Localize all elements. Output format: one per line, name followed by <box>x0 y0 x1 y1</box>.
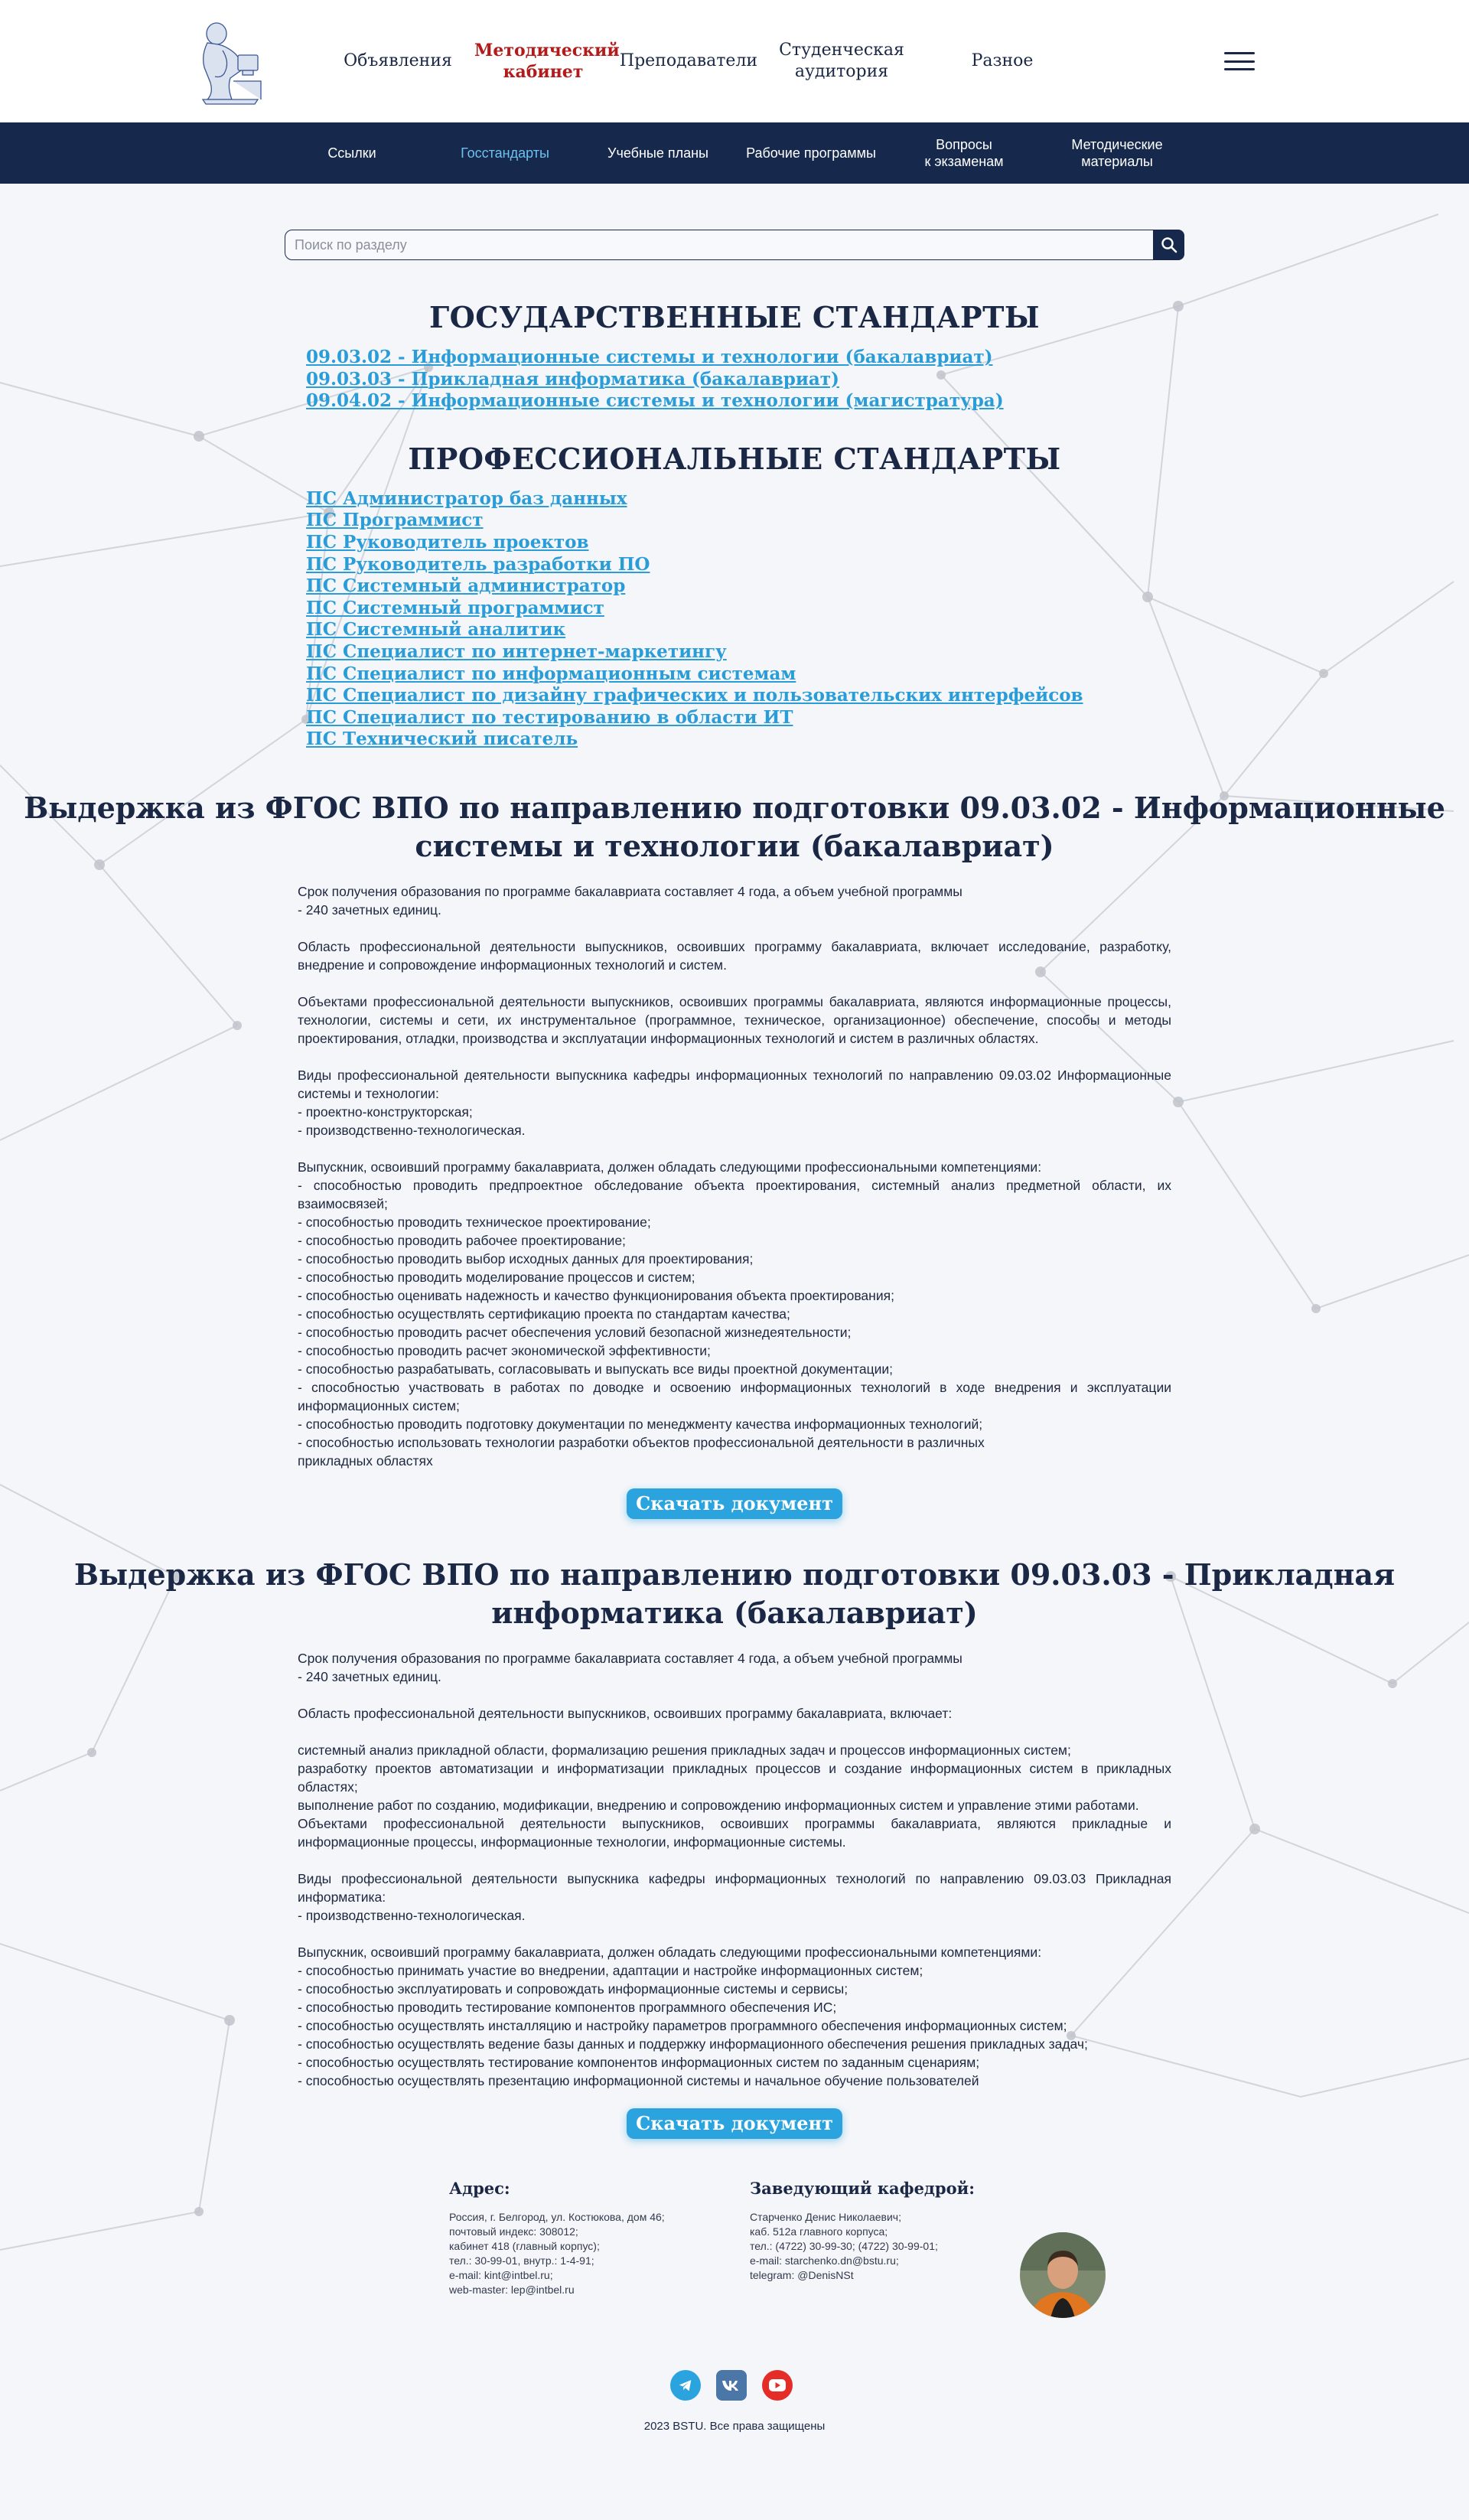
subnav-item-links[interactable]: Ссылки <box>275 145 428 161</box>
main-nav: Объявления Методический кабинет Преподав… <box>321 0 1086 122</box>
footer-address-title: Адрес: <box>449 2178 510 2198</box>
download-document-button[interactable]: Скачать документ <box>627 1488 842 1519</box>
prof-link[interactable]: ПС Системный аналитик <box>306 619 1171 641</box>
sub-nav: Ссылки Госстандарты Учебные планы Рабочи… <box>0 122 1469 184</box>
footer-address: Адрес: Россия, г. Белгород, ул. Костюков… <box>449 2178 665 2297</box>
fgos2-text: Срок получения образования по программе … <box>298 1649 1171 2090</box>
main-content: ГОСУДАРСТВЕННЫЕ СТАНДАРТЫ 09.03.02 - Инф… <box>298 300 1171 751</box>
footer-email-link[interactable]: e-mail: kint@intbel.ru; <box>449 2268 665 2283</box>
person-photo-icon <box>1020 2231 1106 2318</box>
subnav-item-curricula[interactable]: Учебные планы <box>581 145 734 161</box>
top-header: Объявления Методический кабинет Преподав… <box>0 0 1469 122</box>
fgos2-title: Выдержка из ФГОС ВПО по направлению подг… <box>73 1557 1396 1630</box>
fgos1-objects: Объектами профессиональной деятельности … <box>298 993 1171 1046</box>
fgos1-competencies: Выпускник, освоивший программу бакалаври… <box>298 1159 1171 1469</box>
subnav-item-gosstandards[interactable]: Госстандарты <box>428 145 581 161</box>
prof-link[interactable]: ПС Технический писатель <box>306 729 1171 751</box>
gos-link[interactable]: 09.04.02 - Информационные системы и техн… <box>306 390 1171 412</box>
subnav-item-exam-questions[interactable]: Вопросы к экзаменам <box>888 136 1041 170</box>
avatar <box>1020 2231 1106 2318</box>
footer-head-of-department: Заведующий кафедрой: Старченко Денис Ник… <box>750 2178 975 2283</box>
nav-item-misc[interactable]: Разное <box>918 51 1086 72</box>
prof-links-list: ПС Администратор баз данных ПС Программи… <box>298 488 1171 751</box>
logo[interactable] <box>187 17 272 106</box>
nav-item-announcements[interactable]: Объявления <box>321 51 474 72</box>
fgos2-duration: Срок получения образования по программе … <box>298 1650 963 1684</box>
nav-item-methodical-cabinet[interactable]: Методический кабинет <box>474 40 620 83</box>
prof-standards-title: ПРОФЕССИОНАЛЬНЫЕ СТАНДАРТЫ <box>408 441 1061 476</box>
prof-link[interactable]: ПС Специалист по тестированию в области … <box>306 707 1171 729</box>
telegram-icon[interactable] <box>670 2369 701 2401</box>
subnav-item-methodical-materials[interactable]: Методические материалы <box>1041 136 1194 170</box>
prof-link[interactable]: ПС Системный программист <box>306 598 1171 620</box>
vk-icon[interactable] <box>716 2369 747 2401</box>
fgos1-text: Срок получения образования по программе … <box>298 882 1171 1470</box>
prof-link[interactable]: ПС Системный администратор <box>306 575 1171 598</box>
search-bar <box>285 230 1184 260</box>
fgos2-area: Область профессиональной деятельности вы… <box>298 1705 953 1721</box>
copyright: 2023 BSTU. Все права защищены <box>643 2419 826 2433</box>
fgos2-competencies: Выпускник, освоивший программу бакалаври… <box>298 1944 1088 2088</box>
gos-link[interactable]: 09.03.02 - Информационные системы и техн… <box>306 347 1171 369</box>
search-button[interactable] <box>1154 230 1184 260</box>
prof-link[interactable]: ПС Руководитель проектов <box>306 532 1171 554</box>
subnav-item-work-programs[interactable]: Рабочие программы <box>734 145 888 161</box>
social-links <box>670 2369 793 2401</box>
youtube-icon[interactable] <box>762 2369 793 2401</box>
gos-links-list: 09.03.02 - Информационные системы и техн… <box>298 347 1171 412</box>
prof-link[interactable]: ПС Руководитель разработки ПО <box>306 554 1171 576</box>
download-document-button[interactable]: Скачать документ <box>627 2108 842 2139</box>
footer-head-email-link[interactable]: e-mail: starchenko.dn@bstu.ru; <box>750 2254 975 2268</box>
fgos2-area-items: системный анализ прикладной области, фор… <box>298 1742 1171 1850</box>
fgos1-activities: Виды профессиональной деятельности выпус… <box>298 1067 1171 1138</box>
fgos2-activities: Виды профессиональной деятельности выпус… <box>298 1870 1171 1923</box>
menu-hamburger-icon[interactable] <box>1224 52 1255 70</box>
fgos1-title: Выдержка из ФГОС ВПО по направлению подг… <box>24 790 1445 863</box>
footer-head-title: Заведующий кафедрой: <box>750 2178 975 2198</box>
prof-link[interactable]: ПС Специалист по дизайну графических и п… <box>306 685 1171 707</box>
fgos1-area: Область профессиональной деятельности вы… <box>298 938 1171 973</box>
search-input[interactable] <box>285 230 1154 260</box>
search-icon <box>1161 237 1177 253</box>
prof-link[interactable]: ПС Специалист по интернет-маркетингу <box>306 641 1171 663</box>
gos-standards-title: ГОСУДАРСТВЕННЫЕ СТАНДАРТЫ <box>428 300 1041 334</box>
prof-link[interactable]: ПС Специалист по информационным системам <box>306 663 1171 686</box>
thinker-logo-icon <box>201 22 262 105</box>
footer: Адрес: Россия, г. Белгород, ул. Костюков… <box>0 2179 1469 2439</box>
fgos1-duration: Срок получения образования по программе … <box>298 883 963 918</box>
nav-item-student-audience[interactable]: Студенческая аудитория <box>765 40 918 83</box>
footer-head-telegram-link[interactable]: telegram: @DenisNSt <box>750 2268 975 2283</box>
prof-link[interactable]: ПС Программист <box>306 510 1171 532</box>
nav-item-teachers[interactable]: Преподаватели <box>612 51 765 72</box>
footer-webmaster-link[interactable]: web-master: lep@intbel.ru <box>449 2283 665 2297</box>
prof-link[interactable]: ПС Администратор баз данных <box>306 488 1171 510</box>
gos-link[interactable]: 09.03.03 - Прикладная информатика (бакал… <box>306 369 1171 391</box>
